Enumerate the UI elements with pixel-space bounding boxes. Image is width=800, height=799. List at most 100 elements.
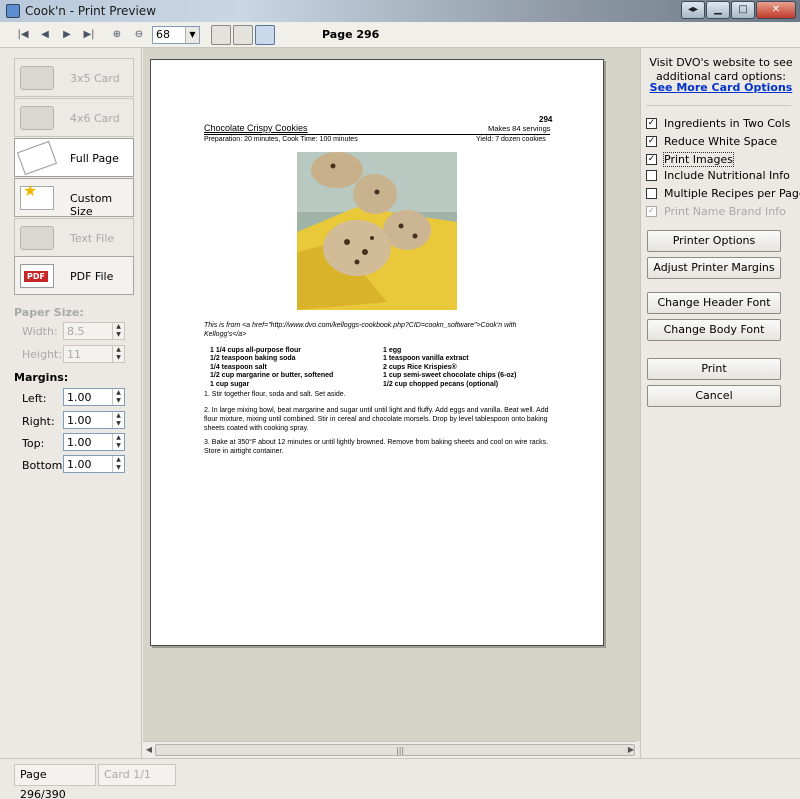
checkbox-label: Multiple Recipes per Page [664,186,800,200]
card-option-3x5[interactable]: 3x5 Card [14,58,134,97]
margins-label: Margins: [14,371,69,384]
checkmark-icon[interactable]: ✓ [646,153,657,165]
ingredient-item: 1 cup semi-sweet chocolate chips (6-oz) [383,372,517,380]
height-label: Height: [22,348,63,361]
checkbox-label: Reduce White Space [664,134,778,148]
checkbox-ingredients-two-cols[interactable]: ✓ Ingredients in Two Cols [646,116,790,130]
recipe-step: 1. Stir together flour, soda and salt. S… [204,391,346,398]
ingredient-item: 1/2 cup margarine or butter, softened [210,372,334,380]
horizontal-scrollbar[interactable]: ◀ ||| ▶ [143,741,637,758]
width-value: 8.5 [67,325,85,338]
ingredient-item: 1 cup sugar [210,380,250,388]
width-label: Width: [22,325,58,338]
minimize-button[interactable]: ▁ [706,1,730,19]
card-option-label: Full Page [70,152,119,165]
ingredient-item: 1 teaspoon vanilla extract [383,355,469,363]
card-option-custom-size[interactable]: ★ Custom Size [14,178,134,218]
card-option-label: PDF File [70,270,114,283]
visit-text: Visit DVO's website to see additional ca… [649,56,793,83]
zoom-select[interactable]: 68 ▼ [152,26,200,44]
checkmark-icon[interactable]: ✓ [646,135,657,147]
checkbox-empty-icon[interactable] [646,169,657,181]
card-option-label: Custom Size [70,192,113,218]
right-margin-field[interactable]: 1.00 ▲ ▼ [63,411,125,429]
custom-size-icon: ★ [20,181,54,210]
preview-page: 294 Chocolate Crispy Cookies Makes 84 se… [150,59,604,646]
bottom-margin-field[interactable]: 1.00 ▲ ▼ [63,455,125,473]
left-panel: 3x5 Card 4x6 Card Full Page ★ Custom Siz… [0,48,142,758]
spinner-arrows-icon[interactable]: ▲ ▼ [112,323,124,339]
print-button[interactable]: Print [647,358,781,380]
help-icon[interactable]: ◂▸ [681,1,705,19]
full-page-view-icon[interactable] [255,25,275,45]
checkbox-label: Include Nutritional Info [664,168,790,182]
zoom-value: 68 [156,28,170,41]
ingredient-item: 1/4 teaspoon salt [210,363,267,371]
title-bar: Cook'n - Print Preview ◂▸ ▁ □ ✕ [0,0,800,22]
ingredients-column-right: 1 egg 1 teaspoon vanilla extract 2 cups … [383,347,516,389]
height-field[interactable]: 11 ▲ ▼ [63,345,125,363]
page-indicator: Page 296 [322,28,380,41]
single-page-view-icon[interactable] [211,25,231,45]
scroll-thumb[interactable]: ||| [155,744,635,756]
see-more-card-options-link[interactable]: See More Card Options [645,81,797,94]
pdf-file-icon: PDF [20,264,54,288]
checkbox-multiple-recipes-per-page[interactable]: Multiple Recipes per Page [646,186,800,200]
card-3x5-icon [20,66,54,90]
pdf-badge: PDF [24,271,48,282]
checkbox-empty-icon[interactable] [646,187,657,199]
status-page: Page 296/390 [14,764,96,799]
spinner-arrows-icon[interactable]: ▲ ▼ [112,346,124,362]
ingredient-item: 1/2 teaspoon baking soda [210,355,296,363]
recipe-page-number: 294 [539,115,553,124]
first-page-icon[interactable]: |◀ [14,26,32,44]
spinner-arrows-icon[interactable]: ▲ ▼ [112,412,124,428]
close-button[interactable]: ✕ [756,1,796,19]
grip-icon: ||| [396,746,405,755]
ingredient-item: 1/2 cup chopped pecans (optional) [383,380,499,388]
change-body-font-button[interactable]: Change Body Font [647,319,781,341]
recipe-photo [297,152,457,310]
checkbox-include-nutritional-info[interactable]: Include Nutritional Info [646,168,790,182]
chevron-down-icon[interactable]: ▼ [185,27,199,43]
spinner-arrows-icon[interactable]: ▲ ▼ [112,456,124,472]
two-page-view-icon[interactable] [233,25,253,45]
spinner-arrows-icon[interactable]: ▲ ▼ [112,434,124,450]
top-margin-field[interactable]: 1.00 ▲ ▼ [63,433,125,451]
top-margin-value: 1.00 [67,436,92,449]
scroll-right-icon[interactable]: ▶ [625,745,637,754]
width-field[interactable]: 8.5 ▲ ▼ [63,322,125,340]
bottom-margin-value: 1.00 [67,458,92,471]
recipe-source: This is from <a href="http://www.dvo.com… [204,322,517,338]
recipe-prep-time: Preparation: 20 minutes, Cook Time: 100 … [204,136,358,143]
checkbox-print-images[interactable]: ✓ Print Images [646,151,734,167]
card-option-full-page[interactable]: Full Page [14,138,134,177]
scroll-left-icon[interactable]: ◀ [143,745,155,754]
spinner-arrows-icon[interactable]: ▲ ▼ [112,389,124,405]
ingredient-item: 1 egg [383,347,402,354]
printer-options-button[interactable]: Printer Options [647,230,781,252]
adjust-printer-margins-button[interactable]: Adjust Printer Margins [647,257,781,279]
card-option-label: 3x5 Card [70,72,120,85]
previous-page-icon[interactable]: ◀ [36,26,54,44]
card-option-pdf-file[interactable]: PDF PDF File [14,256,134,295]
card-4x6-icon [20,106,54,130]
card-option-label: Text File [70,232,115,245]
zoom-in-icon[interactable]: ⊕ [108,26,126,44]
checkbox-reduce-white-space[interactable]: ✓ Reduce White Space [646,134,777,148]
checkmark-icon[interactable]: ✓ [646,117,657,129]
text-file-icon [20,226,54,250]
last-page-icon[interactable]: ▶| [80,26,98,44]
recipe-step: 2. In large mixing bowl, beat margarine … [204,407,549,432]
card-option-text-file[interactable]: Text File [14,218,134,257]
full-page-icon [16,140,58,176]
zoom-out-icon[interactable]: ⊖ [130,26,148,44]
left-margin-field[interactable]: 1.00 ▲ ▼ [63,388,125,406]
header-rule [204,134,550,135]
maximize-button[interactable]: □ [731,1,755,19]
left-margin-value: 1.00 [67,391,92,404]
next-page-icon[interactable]: ▶ [58,26,76,44]
card-option-4x6[interactable]: 4x6 Card [14,98,134,137]
cancel-button[interactable]: Cancel [647,385,781,407]
change-header-font-button[interactable]: Change Header Font [647,292,781,314]
